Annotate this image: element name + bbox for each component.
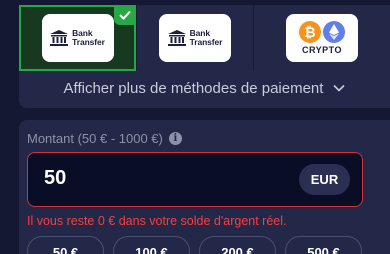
quick-amount-50-button[interactable]: 50 €	[27, 236, 104, 254]
bank-transfer-logo: Bank Transfer	[159, 14, 231, 62]
quick-amount-100-button[interactable]: 100 €	[113, 236, 190, 254]
bank-transfer-logo: Bank Transfer	[41, 14, 114, 62]
crypto-label: CRYPTO	[301, 45, 342, 55]
checkmark-icon	[119, 10, 131, 20]
ethereum-icon	[323, 21, 345, 43]
bank-icon	[167, 30, 186, 46]
amount-label-text: Montant (50 € - 1000 €)	[27, 131, 163, 146]
amount-label: Montant (50 € - 1000 €) i	[27, 131, 182, 146]
chevron-down-icon	[333, 84, 346, 92]
payment-method-bank-transfer-2[interactable]: Bank Transfer	[136, 5, 253, 71]
payment-method-crypto[interactable]: ₿ CRYPTO	[253, 5, 390, 71]
method-line2: Transfer	[189, 37, 223, 47]
selected-check-badge	[114, 5, 136, 25]
bitcoin-icon: ₿	[299, 21, 321, 43]
method-line2: Transfer	[72, 37, 105, 47]
payment-method-bank-transfer-1[interactable]: Bank Transfer	[19, 5, 136, 71]
currency-selector[interactable]: EUR	[299, 164, 350, 195]
quick-amount-500-button[interactable]: 500 €	[285, 236, 362, 254]
show-more-label: Afficher plus de méthodes de paiement	[63, 79, 324, 97]
svg-text:₿: ₿	[304, 25, 315, 41]
balance-error-message: Il vous reste 0 € dans votre solde d'arg…	[27, 214, 287, 228]
amount-value[interactable]: 50	[44, 167, 66, 190]
quick-amount-buttons: 50 € 100 € 200 € 500 €	[27, 236, 362, 254]
show-more-payment-methods-button[interactable]: Afficher plus de méthodes de paiement	[19, 73, 390, 103]
crypto-logo: ₿ CRYPTO	[286, 14, 358, 62]
info-icon[interactable]: i	[168, 132, 182, 145]
amount-input[interactable]: 50 EUR	[27, 152, 363, 207]
payment-method-list: Bank Transfer Bank Transfer ₿ CRYPTO	[19, 5, 390, 71]
bank-icon	[50, 30, 69, 46]
quick-amount-200-button[interactable]: 200 €	[199, 236, 276, 254]
